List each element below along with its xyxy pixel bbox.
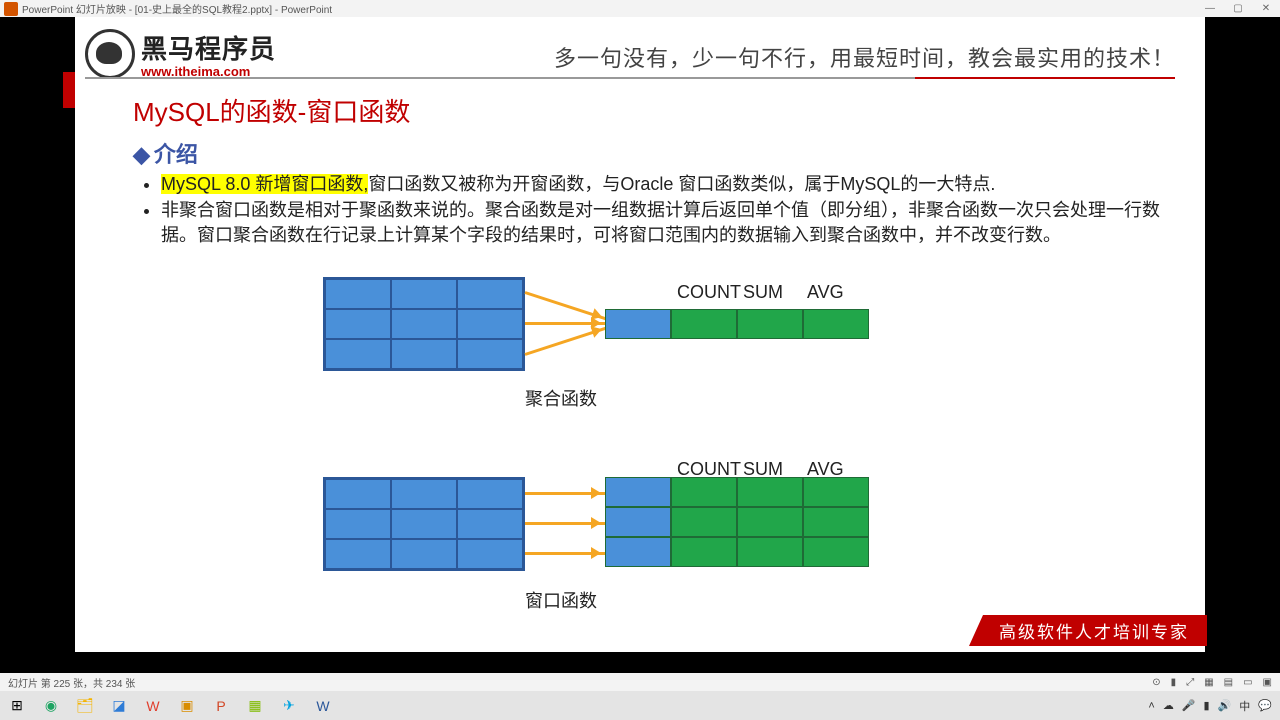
system-tray: ˄ ☁ 🎤 ▮ 🔊 中 💬: [1140, 698, 1280, 714]
agg-label-count: COUNT: [677, 282, 741, 303]
start-button[interactable]: ⊞: [2, 694, 32, 718]
win-input-grid: [323, 477, 525, 571]
agg-label-sum: SUM: [743, 282, 783, 303]
agg-arrow-1: [525, 291, 607, 320]
taskbar: ⊞ ◉ 🗂 ◪ W ▣ P ▦ ✈ W ˄ ☁ 🎤 ▮ 🔊 中 💬: [0, 691, 1280, 720]
tray-icon-cloud[interactable]: ☁: [1163, 699, 1174, 712]
header-rule: [85, 77, 1175, 79]
agg-caption: 聚合函数: [525, 385, 597, 411]
bullet-2: 非聚合窗口函数是相对于聚函数来说的。聚合函数是对一组数据计算后返回单个值（即分组…: [161, 198, 1165, 247]
tb-app-icon-2[interactable]: ▣: [172, 694, 202, 718]
close-button[interactable]: ✕: [1252, 3, 1280, 14]
win-arrow-3: [525, 552, 605, 555]
tray-icon-ime[interactable]: 中: [1239, 698, 1250, 714]
agg-output-row: [605, 309, 869, 339]
win-output-grid: [605, 477, 869, 567]
slide-counter: 幻灯片 第 225 张，共 234 张: [8, 675, 135, 690]
win-caption: 窗口函数: [525, 587, 597, 613]
sb-icon-2[interactable]: ▮: [1171, 677, 1177, 688]
window-title: PowerPoint 幻灯片放映 - [01-史上最全的SQL教程2.pptx]…: [22, 1, 332, 16]
tagline: 多一句没有，少一句不行，用最短时间，教会最实用的技术！: [554, 41, 1175, 73]
sb-view-slideshow[interactable]: ▣: [1263, 677, 1272, 688]
slide: 黑马程序员 www.itheima.com 多一句没有，少一句不行，用最短时间，…: [75, 17, 1205, 652]
bullet-1: MySQL 8.0 新增窗口函数,窗口函数又被称为开窗函数，与Oracle 窗口…: [161, 172, 1165, 196]
tray-icon-mic[interactable]: 🎤: [1182, 699, 1196, 712]
sb-view-normal[interactable]: ▦: [1204, 677, 1213, 688]
sb-view-reading[interactable]: ▭: [1243, 677, 1252, 688]
bullet-1-rest: 窗口函数又被称为开窗函数，与Oracle 窗口函数类似，属于MySQL的一大特点…: [368, 174, 995, 194]
bullet-list: MySQL 8.0 新增窗口函数,窗口函数又被称为开窗函数，与Oracle 窗口…: [143, 172, 1165, 249]
tb-explorer-icon[interactable]: 🗂: [70, 694, 100, 718]
tb-word-icon[interactable]: W: [308, 694, 338, 718]
bullet-1-highlight: MySQL 8.0 新增窗口函数,: [161, 174, 368, 194]
tb-app-icon-3[interactable]: ▦: [240, 694, 270, 718]
tb-powerpoint-icon[interactable]: P: [206, 694, 236, 718]
agg-arrow-3: [525, 327, 607, 356]
side-accent: [63, 72, 75, 108]
brand-logo-icon: [85, 29, 135, 79]
agg-label-avg: AVG: [807, 282, 844, 303]
status-bar: 幻灯片 第 225 张，共 234 张 ⊙ ▮ ⤢ ▦ ▤ ▭ ▣: [0, 673, 1280, 691]
slide-title: MySQL的函数-窗口函数: [133, 92, 410, 129]
minimize-button[interactable]: —: [1196, 3, 1224, 14]
win-label-count: COUNT: [677, 459, 741, 480]
tb-chrome-icon[interactable]: ◉: [36, 694, 66, 718]
brand-name: 黑马程序员: [141, 29, 276, 66]
brand-block: 黑马程序员 www.itheima.com: [85, 29, 276, 79]
agg-input-grid: [323, 277, 525, 371]
maximize-button[interactable]: ▢: [1224, 3, 1252, 14]
tray-icon-volume[interactable]: 🔊: [1218, 699, 1232, 712]
tb-app-icon-1[interactable]: ◪: [104, 694, 134, 718]
window-titlebar: PowerPoint 幻灯片放映 - [01-史上最全的SQL教程2.pptx]…: [0, 0, 1280, 17]
slide-ribbon: 高级软件人才培训专家: [969, 615, 1207, 646]
win-arrow-2: [525, 522, 605, 525]
win-label-sum: SUM: [743, 459, 783, 480]
tb-wps-icon[interactable]: W: [138, 694, 168, 718]
tray-icon-up[interactable]: ˄: [1148, 700, 1154, 712]
sb-icon-3[interactable]: ⤢: [1186, 677, 1194, 688]
win-label-avg: AVG: [807, 459, 844, 480]
powerpoint-icon: [4, 2, 18, 16]
sb-view-sorter[interactable]: ▤: [1224, 677, 1233, 688]
tray-icon-battery[interactable]: ▮: [1204, 699, 1210, 712]
win-arrow-1: [525, 492, 605, 495]
section-heading: 介绍: [133, 137, 198, 169]
tb-app-icon-4[interactable]: ✈: [274, 694, 304, 718]
sb-icon-1[interactable]: ⊙: [1152, 677, 1160, 688]
tray-icon-notifications[interactable]: 💬: [1258, 699, 1272, 712]
